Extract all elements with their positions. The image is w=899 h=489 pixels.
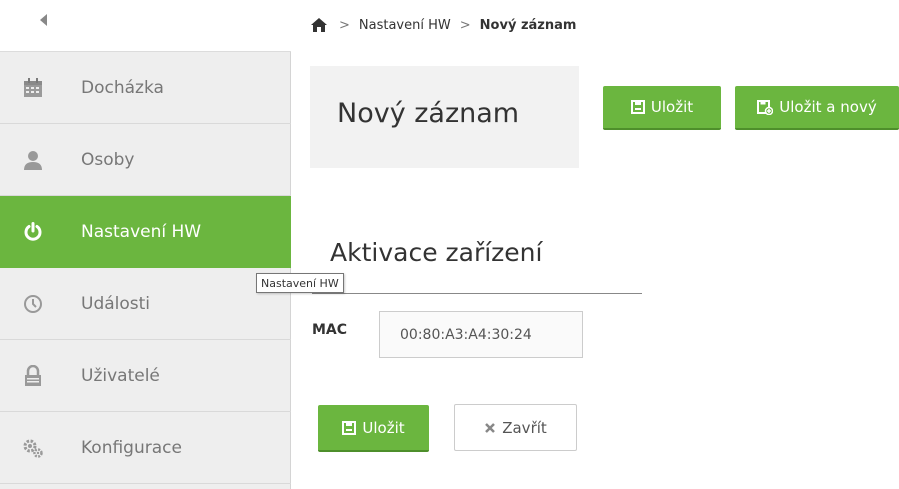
lock-icon [22,364,44,387]
floppy-plus-icon [757,99,774,115]
tooltip: Nastavení HW [256,273,344,293]
gears-icon [22,437,44,459]
sidebar-item-nastaveni-hw[interactable]: Nastavení HW [0,196,291,268]
save-button[interactable]: Uložit [603,86,721,130]
sidebar-item-osoby[interactable]: Osoby [0,124,291,196]
breadcrumb-item-nastaveni-hw[interactable]: Nastavení HW [359,18,451,33]
breadcrumb: > Nastavení HW > Nový záznam [310,14,576,36]
sidebar-item-label: Konfigurace [81,437,182,458]
sidebar-item-dochazka[interactable]: Docházka [0,52,291,124]
sidebar-nav: Docházka Osoby Nastavení HW Události Uži… [0,52,291,484]
save-and-new-button[interactable]: Uložit a nový [735,86,899,130]
mac-field[interactable] [379,311,583,358]
sidebar-item-label: Události [81,293,151,314]
power-icon [22,221,44,243]
clock-icon [22,293,44,315]
sidebar-item-uzivatele[interactable]: Uživatelé [0,340,291,412]
sidebar-item-label: Uživatelé [81,365,160,386]
form-save-button-label: Uložit [362,418,405,437]
save-button-label: Uložit [650,98,694,116]
home-icon[interactable] [310,16,330,34]
breadcrumb-current: Nový záznam [479,17,577,33]
sidebar-item-udalosti[interactable]: Události [0,268,291,340]
floppy-icon [630,100,645,114]
close-button-label: Zavřít [502,418,547,437]
title-card: Nový záznam [310,66,579,168]
sidebar-item-label: Osoby [81,149,135,170]
app-root: Docházka Osoby Nastavení HW Události Uži… [0,0,899,489]
save-and-new-button-label: Uložit a nový [779,98,877,116]
page-title: Nový záznam [337,98,520,129]
form-save-button[interactable]: Uložit [318,405,429,452]
mac-label: MAC [312,322,348,338]
sidebar-item-label: Nastavení HW [81,221,202,242]
section-title: Aktivace zařízení [330,238,543,267]
close-icon [484,422,496,434]
breadcrumb-separator: > [459,17,471,33]
calendar-icon [22,77,44,99]
section-divider [312,293,642,294]
sidebar: Docházka Osoby Nastavení HW Události Uži… [0,0,291,489]
sidebar-item-konfigurace[interactable]: Konfigurace [0,412,291,484]
sidebar-item-label: Docházka [81,77,164,98]
user-icon [22,149,44,171]
close-button[interactable]: Zavřít [454,404,577,451]
breadcrumb-separator: > [339,17,350,33]
floppy-icon [342,420,357,435]
caret-left-icon[interactable] [38,12,50,28]
